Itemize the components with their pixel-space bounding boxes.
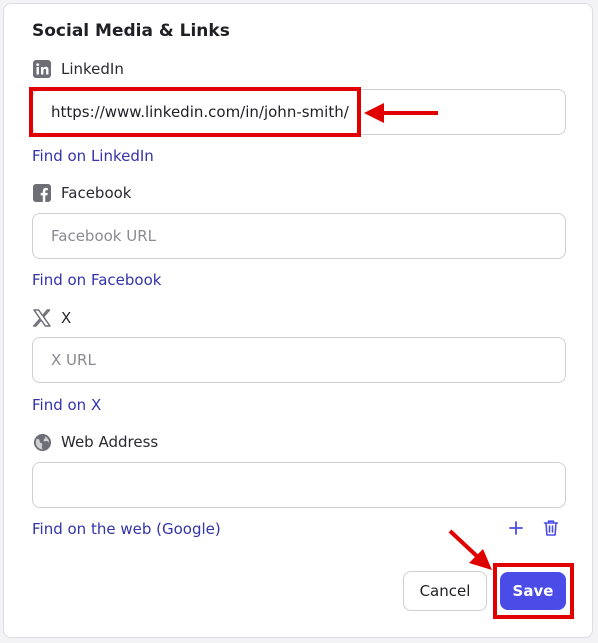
web-address-label: Web Address [32, 431, 158, 453]
globe-icon [32, 432, 52, 452]
web-address-input[interactable] [32, 462, 566, 508]
save-button[interactable]: Save [500, 572, 566, 610]
linkedin-label-text: LinkedIn [61, 60, 124, 78]
linkedin-icon [32, 59, 52, 79]
x-url-input[interactable] [32, 337, 566, 383]
facebook-url-input[interactable] [32, 213, 566, 259]
x-label: X [32, 307, 71, 329]
x-icon [32, 308, 52, 328]
x-label-text: X [61, 309, 72, 327]
facebook-label-text: Facebook [61, 184, 132, 202]
section-title: Social Media & Links [32, 21, 230, 41]
plus-icon[interactable] [506, 518, 526, 538]
facebook-label: Facebook [32, 182, 131, 204]
linkedin-url-input[interactable] [32, 89, 566, 135]
facebook-icon [32, 183, 52, 203]
trash-icon[interactable] [540, 517, 562, 539]
find-on-facebook-link[interactable]: Find on Facebook [32, 271, 161, 289]
web-address-label-text: Web Address [61, 433, 159, 451]
find-on-linkedin-link[interactable]: Find on LinkedIn [32, 147, 154, 165]
find-on-x-link[interactable]: Find on X [32, 396, 101, 414]
find-on-web-link[interactable]: Find on the web (Google) [32, 520, 221, 538]
annotation-arrow-down-right [448, 529, 492, 570]
linkedin-label: LinkedIn [32, 58, 124, 80]
cancel-button[interactable]: Cancel [403, 571, 487, 611]
annotation-arrow-left [364, 103, 438, 123]
